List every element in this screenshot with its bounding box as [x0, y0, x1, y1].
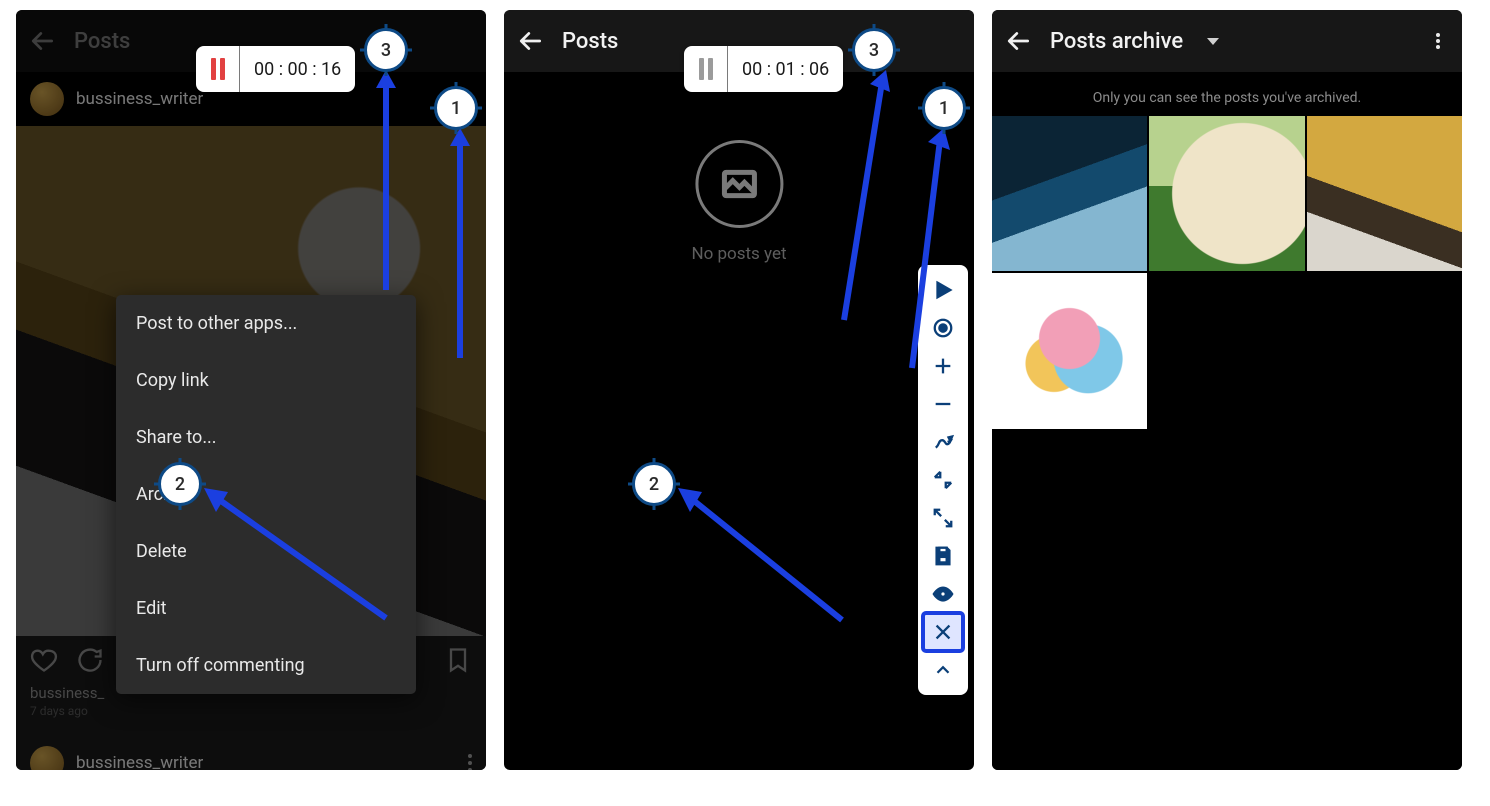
back-icon[interactable] — [518, 28, 544, 54]
tool-collapse-icon[interactable] — [923, 651, 963, 689]
archive-note: Only you can see the posts you've archiv… — [992, 72, 1462, 116]
recorder-timer: 00 : 00 : 16 — [196, 46, 355, 92]
annotation-arrow — [196, 478, 396, 628]
recorder-timer: 00 : 01 : 06 — [684, 46, 843, 92]
header: Posts archive — [992, 10, 1462, 72]
screenshot-1: Posts bussiness_writer bussiness_ 7 days… — [16, 10, 486, 770]
archive-tile[interactable] — [1149, 116, 1304, 271]
tool-zoom-out-icon[interactable] — [923, 385, 963, 423]
timer-value: 00 : 01 : 06 — [728, 59, 843, 80]
annotation-arrow — [446, 128, 486, 368]
timer-value: 00 : 00 : 16 — [240, 59, 355, 80]
menu-share-to[interactable]: Share to... — [116, 409, 416, 466]
tool-squiggle-icon[interactable] — [923, 423, 963, 461]
empty-state: No posts yet — [691, 140, 786, 264]
annotation-marker-3: 3 — [852, 28, 896, 72]
menu-copy-link[interactable]: Copy link — [116, 352, 416, 409]
screenshot-2: Posts No posts yet 00 : 01 : 06 3 1 2 — [504, 10, 974, 770]
tool-visibility-icon[interactable] — [923, 575, 963, 613]
tool-shrink-icon[interactable] — [923, 461, 963, 499]
annotation-arrow — [672, 480, 852, 630]
page-title: Posts — [562, 29, 618, 54]
annotation-marker-3: 3 — [364, 28, 408, 72]
archive-tile[interactable] — [1307, 116, 1462, 271]
archive-tile[interactable] — [992, 273, 1147, 428]
tool-save-icon[interactable] — [923, 537, 963, 575]
back-icon[interactable] — [1006, 28, 1032, 54]
annotation-marker-1: 1 — [434, 86, 478, 130]
archive-grid — [992, 116, 1462, 429]
tool-close-icon[interactable] — [923, 613, 963, 651]
pause-button[interactable] — [684, 46, 728, 92]
annotation-marker-2: 2 — [632, 462, 676, 506]
menu-turn-off-comment[interactable]: Turn off commenting — [116, 637, 416, 694]
dropdown-caret-icon[interactable] — [1207, 38, 1219, 45]
annotation-arrow — [366, 70, 426, 300]
annotation-arrow — [902, 128, 962, 378]
empty-posts-icon — [695, 140, 783, 228]
annotation-marker-2: 2 — [158, 462, 202, 506]
overflow-menu-icon[interactable] — [1428, 31, 1448, 51]
pause-button[interactable] — [196, 46, 240, 92]
menu-post-to-other-apps[interactable]: Post to other apps... — [116, 295, 416, 352]
tool-expand-icon[interactable] — [923, 499, 963, 537]
archive-tile[interactable] — [992, 116, 1147, 271]
annotation-marker-1: 1 — [922, 86, 966, 130]
no-posts-label: No posts yet — [691, 244, 786, 264]
page-title[interactable]: Posts archive — [1050, 29, 1183, 54]
screenshot-3: Posts archive Only you can see the posts… — [992, 10, 1462, 770]
archive-body: Only you can see the posts you've archiv… — [992, 72, 1462, 770]
